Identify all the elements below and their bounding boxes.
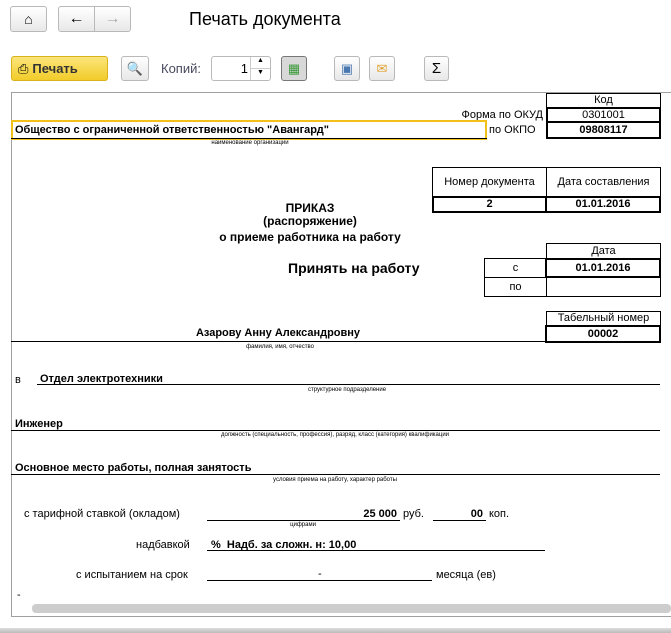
org-caption: наименование организации [211,140,289,146]
position: Инженер [15,418,63,430]
date-value: 01.01.2016 [545,196,661,213]
hire-label: Принять на работу [288,260,420,276]
trailing-dash: - [17,589,21,601]
probation-value: - [318,568,322,580]
rub-label: руб. [403,508,424,520]
probation-label: с испытанием на срок [76,569,188,581]
department-caption: структурное подразделение [307,387,387,393]
tab-header: Табельный номер [546,311,661,326]
rate-label: с тарифной ставкой (окладом) [24,508,180,520]
employee-name: Азарову Анну Александровну [195,327,361,339]
rate-value: 25 000 [363,508,397,520]
date-header: Дата составления [546,167,661,197]
from-value: 01.01.2016 [545,258,661,278]
title-subject: о приеме работника на работу [219,230,401,244]
conditions-caption: условия приема на работу, характер работ… [273,477,397,483]
title-prikaz: ПРИКАЗ [285,201,335,215]
okud-value: 0301001 [546,107,661,122]
okpo-value: 09808117 [546,121,661,139]
bottom-bar [0,628,671,633]
conditions: Основное место работы, полная занятость [15,462,252,474]
from-label: с [484,258,547,278]
bonus-label: надбавкой [136,539,190,551]
horizontal-scrollbar[interactable] [32,604,671,613]
to-value [546,277,661,297]
kop-label: коп. [489,508,510,520]
position-caption: должность (специальность, профессия), ра… [220,432,450,438]
months-label: месяца (ев) [436,569,496,581]
in-label: в [15,374,21,386]
period-header: Дата [546,243,661,259]
rate-caption: цифрами [290,522,316,528]
org-name: Общество с ограниченной ответственностью… [15,124,329,136]
kop-value: 00 [470,508,483,520]
employee-caption: фамилия, имя, отчество [246,344,314,350]
docnum-value: 2 [432,196,547,213]
title-order: (распоряжение) [263,214,357,228]
docnum-header: Номер документа [432,167,547,197]
to-label: по [484,277,547,297]
tab-value: 00002 [545,325,661,343]
code-header: Код [546,93,661,108]
okpo-label: по ОКПО [489,124,536,136]
